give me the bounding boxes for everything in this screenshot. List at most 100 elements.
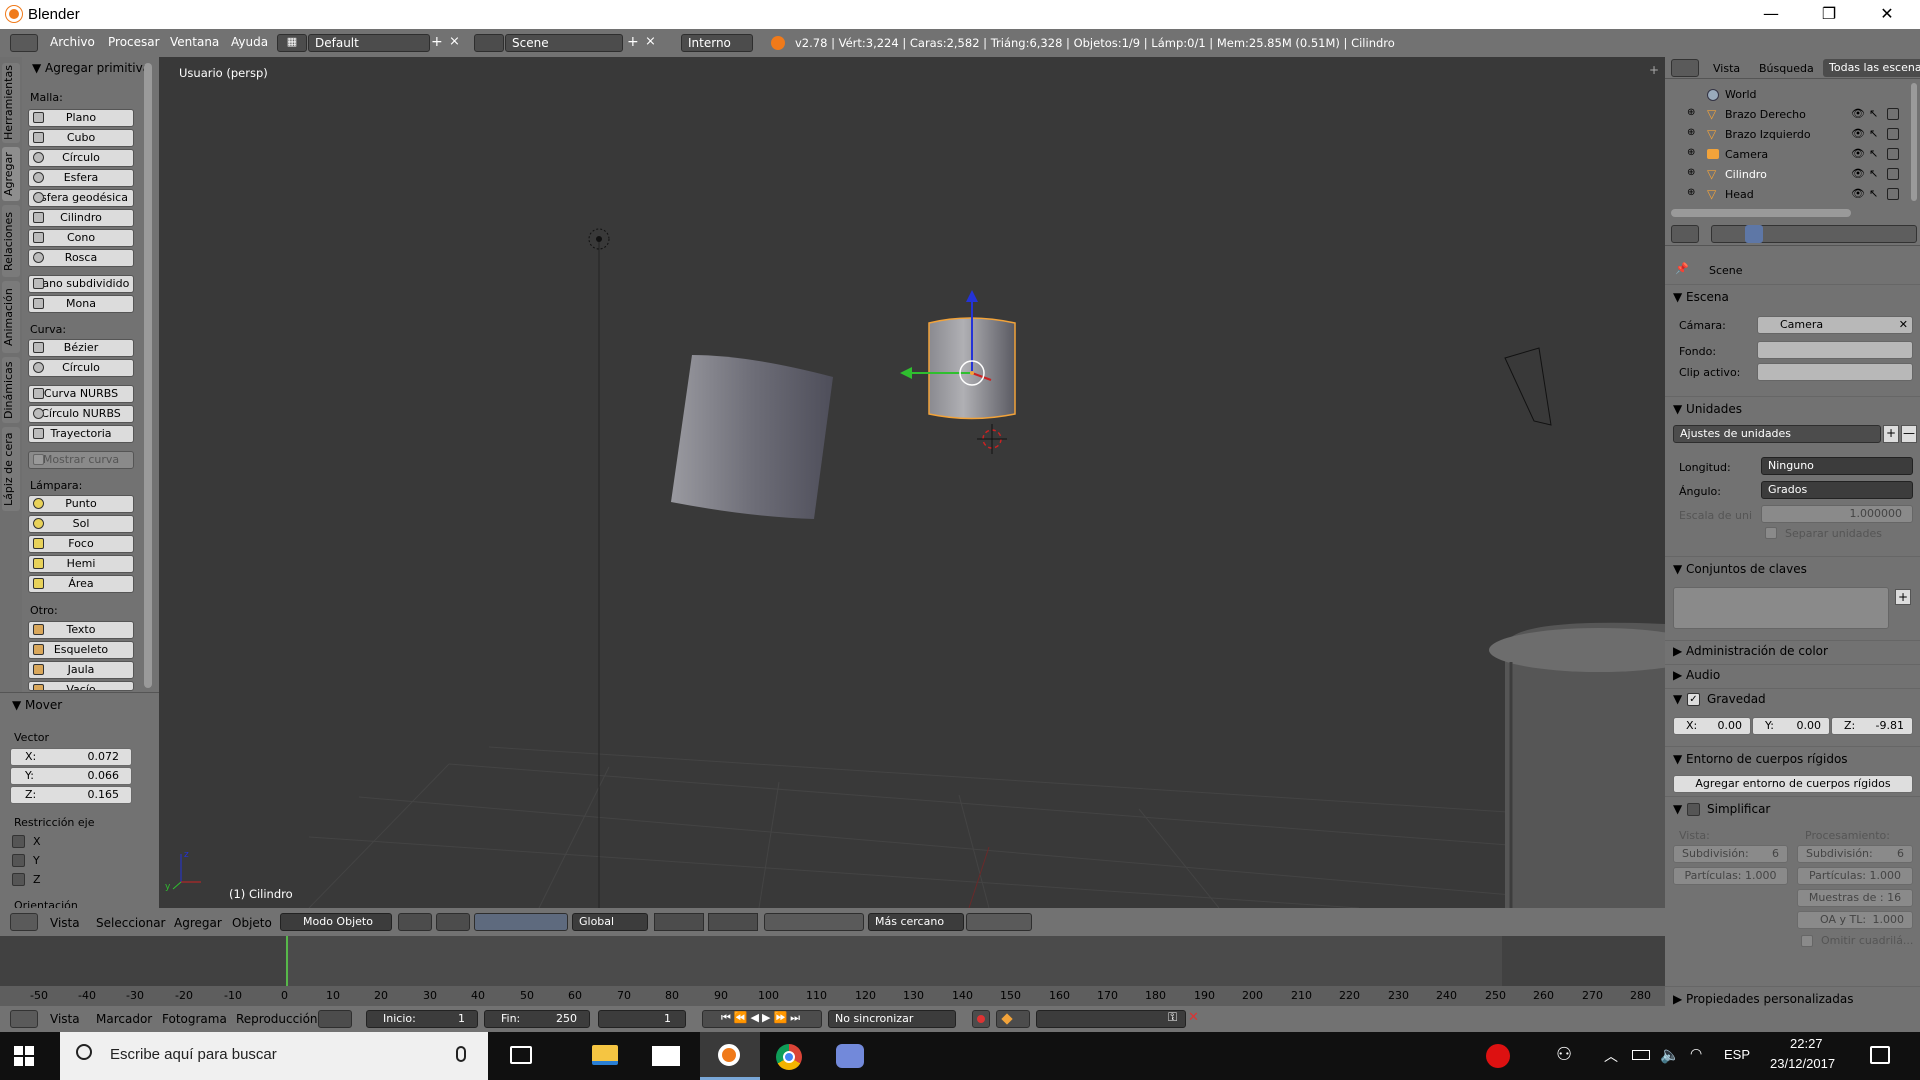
expand-icon[interactable]: ⊕	[1687, 127, 1695, 138]
tray-app-icon[interactable]	[1486, 1044, 1510, 1068]
gravedad-z-field[interactable]: Z: -9.81	[1831, 717, 1913, 735]
keying-set-icon[interactable]	[996, 1010, 1030, 1028]
mode-select[interactable]: Modo Objeto	[280, 913, 392, 931]
scene-context-tab[interactable]	[1745, 225, 1763, 243]
add-cubo-button[interactable]: Cubo	[28, 129, 134, 147]
gravedad-expand-icon[interactable]: ▼	[1673, 692, 1682, 706]
tab-animacion[interactable]: Animación	[2, 281, 20, 353]
visibility-eye-icon[interactable]: 👁	[1851, 147, 1865, 160]
end-frame-field[interactable]: Fin: 250	[484, 1010, 590, 1028]
add-rigid-world-button[interactable]: Agregar entorno de cuerpos rígidos	[1673, 775, 1913, 793]
vector-x-field[interactable]: X: 0.072	[10, 748, 132, 766]
record-icon[interactable]	[972, 1010, 990, 1028]
escala-field[interactable]: 1.000000	[1761, 505, 1913, 523]
remove-layout-icon[interactable]: ⨯	[449, 34, 465, 52]
timeline-menu-vista[interactable]: Vista	[50, 1012, 80, 1026]
scene-field[interactable]: Scene	[505, 34, 623, 52]
add-punto-button[interactable]: Punto	[28, 495, 134, 513]
add-trayectoria-button[interactable]: Trayectoria	[28, 425, 134, 443]
people-icon[interactable]: ⚇	[1556, 1044, 1572, 1065]
keying-sets-list[interactable]	[1673, 587, 1889, 629]
keying-set-field[interactable]	[1036, 1010, 1186, 1028]
panel-claves-title[interactable]: ▼ Conjuntos de claves	[1673, 562, 1807, 576]
orientation-select[interactable]: Global	[572, 913, 648, 931]
oa-field[interactable]: OA y TL: 1.000	[1797, 911, 1913, 929]
clock-time[interactable]: 22:27	[1790, 1036, 1823, 1051]
menu-archivo[interactable]: Archivo	[50, 35, 95, 49]
tab-agregar[interactable]: Agregar	[2, 147, 20, 201]
visibility-eye-icon[interactable]: 👁	[1851, 187, 1865, 200]
operator-title[interactable]: ▼ Mover	[12, 698, 62, 712]
view3d-editor-icon[interactable]	[10, 913, 38, 931]
add-cono-button[interactable]: Cono	[28, 229, 134, 247]
toolshelf-scrollbar[interactable]	[144, 63, 152, 688]
outliner-row-brazo-derecho[interactable]: ⊕ ▽ Brazo Derecho 👁 ↖	[1665, 107, 1905, 123]
select-cursor-icon[interactable]: ↖	[1869, 147, 1878, 160]
range-toggle-icon[interactable]	[318, 1010, 352, 1028]
timeline-menu-fotograma[interactable]: Fotograma	[162, 1012, 227, 1026]
task-view-icon[interactable]	[510, 1046, 532, 1064]
add-area-button[interactable]: Área	[28, 575, 134, 593]
3d-viewport[interactable]: z y Usuario (persp) (1) Cilindro +	[159, 57, 1665, 908]
add-esqueleto-button[interactable]: Esqueleto	[28, 641, 134, 659]
volume-icon[interactable]: 🔈	[1660, 1045, 1680, 1064]
start-frame-field[interactable]: Inicio: 1	[366, 1010, 478, 1028]
add-esfera-button[interactable]: Esfera	[28, 169, 134, 187]
menu-procesar[interactable]: Procesar	[108, 35, 160, 49]
longitud-select[interactable]: Ninguno	[1761, 457, 1913, 475]
tab-herramientas[interactable]: Herramientas	[2, 63, 20, 143]
outliner-h-scrollbar[interactable]	[1671, 209, 1851, 217]
file-explorer-icon[interactable]	[592, 1045, 618, 1065]
add-layout-icon[interactable]: +	[431, 34, 447, 52]
layout-field[interactable]: Default	[308, 34, 430, 52]
insert-keyframe-icon[interactable]: ⚿	[1168, 1010, 1186, 1028]
manipulator-icons[interactable]	[474, 913, 568, 931]
axis-z-checkbox[interactable]	[12, 873, 25, 886]
gravedad-checkbox[interactable]: ✓	[1687, 693, 1700, 706]
panel-unidades-title[interactable]: ▼ Unidades	[1673, 402, 1742, 416]
expand-icon[interactable]: ⊕	[1687, 107, 1695, 118]
layers-grid-icon-2[interactable]	[708, 913, 758, 931]
outliner-row-brazo-izquierdo[interactable]: ⊕ ▽ Brazo Izquierdo 👁 ↖	[1665, 127, 1905, 143]
remove-preset-icon[interactable]: —	[1901, 425, 1917, 443]
panel-escena-title[interactable]: ▼ Escena	[1673, 290, 1729, 304]
menu-ayuda[interactable]: Ayuda	[231, 35, 268, 49]
vector-z-field[interactable]: Z: 0.165	[10, 786, 132, 804]
visibility-eye-icon[interactable]: 👁	[1851, 167, 1865, 180]
part-vista-field[interactable]: Partículas: 1.000	[1673, 867, 1788, 885]
add-curva-circulo-button[interactable]: Círculo	[28, 359, 134, 377]
separar-checkbox[interactable]	[1765, 527, 1777, 539]
gravedad-y-field[interactable]: Y: 0.00	[1752, 717, 1830, 735]
3d-cursor[interactable]	[977, 424, 1007, 454]
outliner-v-scrollbar[interactable]	[1911, 83, 1917, 201]
add-mona-button[interactable]: Mona	[28, 295, 134, 313]
add-scene-icon[interactable]: +	[627, 34, 643, 50]
render-engine-select[interactable]: Interno	[681, 34, 753, 52]
cylinder-mesh[interactable]	[671, 355, 833, 519]
mail-icon[interactable]	[652, 1046, 680, 1066]
expand-icon[interactable]: ⊕	[1687, 167, 1695, 178]
camera-object[interactable]	[1504, 347, 1552, 426]
render-camera-icon[interactable]	[1887, 188, 1899, 200]
tray-chevron-up-icon[interactable]: ︿	[1604, 1046, 1618, 1066]
select-cursor-icon[interactable]: ↖	[1869, 107, 1878, 120]
outliner-row-world[interactable]: World	[1665, 87, 1905, 103]
outliner-row-cilindro[interactable]: ⊕ ▽ Cilindro 👁 ↖	[1665, 167, 1905, 183]
outliner-all-scenes-select[interactable]: Todas las escenas	[1823, 59, 1920, 77]
delete-keyframe-icon[interactable]: ✕	[1188, 1010, 1206, 1028]
render-camera-icon[interactable]	[1887, 108, 1899, 120]
render-camera-icon[interactable]	[1887, 128, 1899, 140]
discord-icon[interactable]	[836, 1044, 864, 1068]
expand-icon[interactable]: ⊕	[1687, 147, 1695, 158]
gravedad-x-field[interactable]: X: 0.00	[1673, 717, 1751, 735]
menu-objeto[interactable]: Objeto	[232, 916, 272, 930]
menu-agregar[interactable]: Agregar	[174, 916, 222, 930]
fondo-field[interactable]	[1757, 341, 1913, 359]
battery-icon[interactable]	[1632, 1050, 1650, 1060]
vector-y-field[interactable]: Y: 0.066	[10, 767, 132, 785]
add-plano-button[interactable]: Plano	[28, 109, 134, 127]
large-cylinder[interactable]	[1489, 622, 1665, 908]
render-camera-icon[interactable]	[1887, 168, 1899, 180]
unit-presets-select[interactable]: Ajustes de unidades	[1673, 425, 1881, 443]
add-vacio-button[interactable]: Vacío	[28, 681, 134, 691]
